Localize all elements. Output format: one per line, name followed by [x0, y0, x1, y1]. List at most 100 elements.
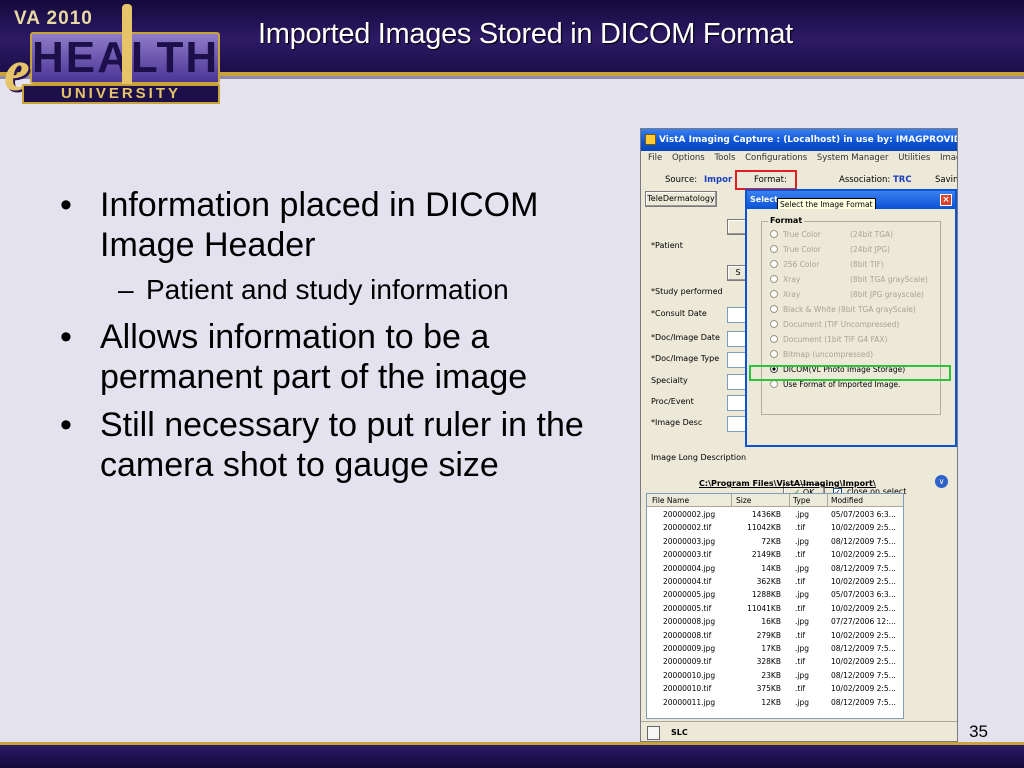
image-long-description-label[interactable]: Image Long Description	[651, 453, 746, 462]
format-option[interactable]: Xray (8bit TGA grayScale)	[770, 273, 940, 287]
teledermatology-button[interactable]: TeleDermatology	[645, 191, 717, 207]
column-size[interactable]: Size	[736, 496, 751, 505]
file-type-cell: .jpg	[795, 670, 809, 680]
file-type-cell: .jpg	[795, 563, 809, 573]
format-option[interactable]: True Color (24bit JPG)	[770, 243, 940, 257]
option-detail: (8bit JPG grayscale)	[850, 290, 924, 299]
file-name-cell: 20000002.jpg	[663, 510, 716, 519]
table-row[interactable]: 20000005.tif 11041KB .tif 10/02/2009 2:5...	[647, 603, 903, 616]
file-size-cell: 279KB	[756, 630, 781, 640]
dash-symbol: –	[118, 274, 134, 305]
bullet-text: Still necessary to put ruler in the came…	[100, 406, 584, 484]
table-row[interactable]: 20000010.tif 375KB .tif 10/02/2009 2:5...	[647, 683, 903, 696]
table-row[interactable]: 20000004.tif 362KB .tif 10/02/2009 2:5...	[647, 576, 903, 589]
menu-item-system-manager[interactable]: System Manager	[817, 153, 889, 163]
menu-item-tools[interactable]: Tools	[714, 153, 735, 163]
file-type-cell: .tif	[795, 523, 806, 533]
file-size-cell: 23KB	[761, 670, 781, 680]
table-row[interactable]: 20000009.tif 328KB .tif 10/02/2009 2:5...	[647, 656, 903, 669]
field-label-proc-event: Proc/Event	[651, 397, 694, 406]
file-modified-cell: 10/02/2009 2:5...	[831, 684, 896, 694]
option-label: True Color	[783, 245, 821, 254]
dicom-highlight-box	[749, 365, 951, 381]
column-type[interactable]: Type	[793, 496, 810, 505]
file-name-cell: 20000011.jpg	[663, 697, 716, 707]
slide-title: Imported Images Stored in DICOM Format	[258, 18, 793, 50]
table-row[interactable]: 20000002.jpg 1436KB .jpg 05/07/2003 6:3...	[647, 509, 903, 522]
table-row[interactable]: 20000002.tif 11042KB .tif 10/02/2009 2:5...	[647, 522, 903, 535]
format-option[interactable]: Bitmap (uncompressed)	[770, 348, 940, 362]
radio-icon	[770, 260, 778, 268]
bullet-symbol: •	[60, 406, 72, 444]
menu-item-file[interactable]: File	[648, 153, 662, 163]
clipboard-icon[interactable]	[647, 726, 660, 740]
source-bar: Source: Impor Format: Association: TRC S…	[641, 171, 958, 189]
table-row[interactable]: 20000008.jpg 16KB .jpg 07/27/2006 12:...	[647, 616, 903, 629]
saving-label: Savin	[935, 175, 958, 185]
file-size-cell: 14KB	[761, 563, 781, 573]
file-modified-cell: 07/27/2006 12:...	[831, 617, 896, 627]
source-value[interactable]: Impor	[704, 175, 732, 185]
file-size-cell: 11041KB	[747, 603, 781, 613]
file-name-cell: 20000010.jpg	[663, 670, 716, 680]
format-group: Format True Color (24bit TGA) True Color (…	[761, 216, 941, 415]
file-size-cell: 72KB	[761, 536, 781, 546]
menu-bar: File Options Tools Configurations System…	[641, 153, 957, 167]
format-option[interactable]: Xray (8bit JPG grayscale)	[770, 288, 940, 302]
dialog-title-bar[interactable]: Select Select the Image Format ×	[747, 191, 955, 209]
table-row[interactable]: 20000005.jpg 1288KB .jpg 05/07/2003 6:3...	[647, 589, 903, 602]
menu-item-utilities[interactable]: Utilities	[898, 153, 930, 163]
file-modified-cell: 10/02/2009 2:5...	[831, 603, 896, 613]
option-label: Xray	[783, 275, 801, 284]
table-row[interactable]: 20000003.tif 2149KB .tif 10/02/2009 2:5...	[647, 549, 903, 562]
bullet-symbol: •	[60, 318, 72, 356]
menu-item-configurations[interactable]: Configurations	[745, 153, 807, 163]
table-row[interactable]: 20000010.jpg 23KB .jpg 08/12/2009 7:5...	[647, 670, 903, 683]
association-value[interactable]: TRC	[893, 175, 912, 185]
file-size-cell: 362KB	[756, 577, 781, 586]
import-folder-path[interactable]: C:\Program Files\VistA\Imaging\Import\	[699, 479, 876, 488]
file-modified-cell: 08/12/2009 7:5...	[831, 670, 896, 680]
table-row[interactable]: 20000004.jpg 14KB .jpg 08/12/2009 7:5...	[647, 563, 903, 576]
logo-year-text: VA 2010	[14, 8, 93, 29]
table-row[interactable]: 20000009.jpg 17KB .jpg 08/12/2009 7:5...	[647, 643, 903, 656]
select-format-dialog: Select Select the Image Format × Format …	[745, 189, 957, 502]
file-size-cell: 12KB	[761, 697, 781, 707]
file-name-cell: 20000009.tif	[663, 657, 712, 667]
sub-bullet-text: Patient and study information	[146, 274, 509, 305]
file-type-cell: .tif	[795, 657, 806, 667]
menu-item-options[interactable]: Options	[672, 153, 705, 163]
field-label-doc-image-type: *Doc/Image Type	[651, 354, 720, 363]
file-type-cell: .jpg	[795, 644, 809, 653]
format-option[interactable]: True Color (24bit TGA)	[770, 228, 940, 242]
format-option[interactable]: 256 Color (8bit TIF)	[770, 258, 940, 272]
format-option[interactable]: Document (1bit TIF G4 FAX)	[770, 333, 940, 347]
logo-university-text: UNIVERSITY	[22, 84, 220, 104]
bullet-text: Information placed in DICOM Image Header	[100, 186, 539, 264]
status-text: SLC	[671, 728, 688, 737]
format-option[interactable]: Black & White (8bit TGA grayScale)	[770, 303, 940, 317]
window-title-bar[interactable]: VistA Imaging Capture : (Localhost) in u…	[641, 129, 957, 151]
file-name-cell: 20000003.tif	[663, 550, 712, 560]
status-bar: SLC	[641, 721, 957, 741]
chevron-down-icon[interactable]: ∨	[935, 475, 948, 488]
table-row[interactable]: 20000008.tif 279KB .tif 10/02/2009 2:5...	[647, 630, 903, 643]
radio-icon	[770, 245, 778, 253]
association-label: Association:	[839, 175, 891, 185]
column-file-name[interactable]: File Name	[652, 496, 689, 505]
column-modified[interactable]: Modified	[831, 496, 863, 505]
file-type-cell: .jpg	[795, 617, 809, 627]
format-option[interactable]: Document (TIF Uncompressed)	[770, 318, 940, 332]
file-type-cell: .tif	[795, 684, 806, 694]
file-modified-cell: 10/02/2009 2:5...	[831, 630, 896, 640]
table-row[interactable]: 20000011.jpg 12KB .jpg 08/12/2009 7:5...	[647, 697, 903, 710]
radio-icon	[770, 230, 778, 238]
bullet-item: • Information placed in DICOM Image Head…	[52, 185, 612, 265]
file-size-cell: 11042KB	[747, 523, 781, 533]
file-type-cell: .tif	[795, 577, 806, 586]
menu-item-image[interactable]: Image	[940, 153, 957, 163]
field-label-patient: *Patient	[651, 241, 683, 250]
close-icon[interactable]: ×	[940, 194, 952, 206]
table-row[interactable]: 20000003.jpg 72KB .jpg 08/12/2009 7:5...	[647, 536, 903, 549]
file-type-cell: .jpg	[795, 590, 809, 600]
